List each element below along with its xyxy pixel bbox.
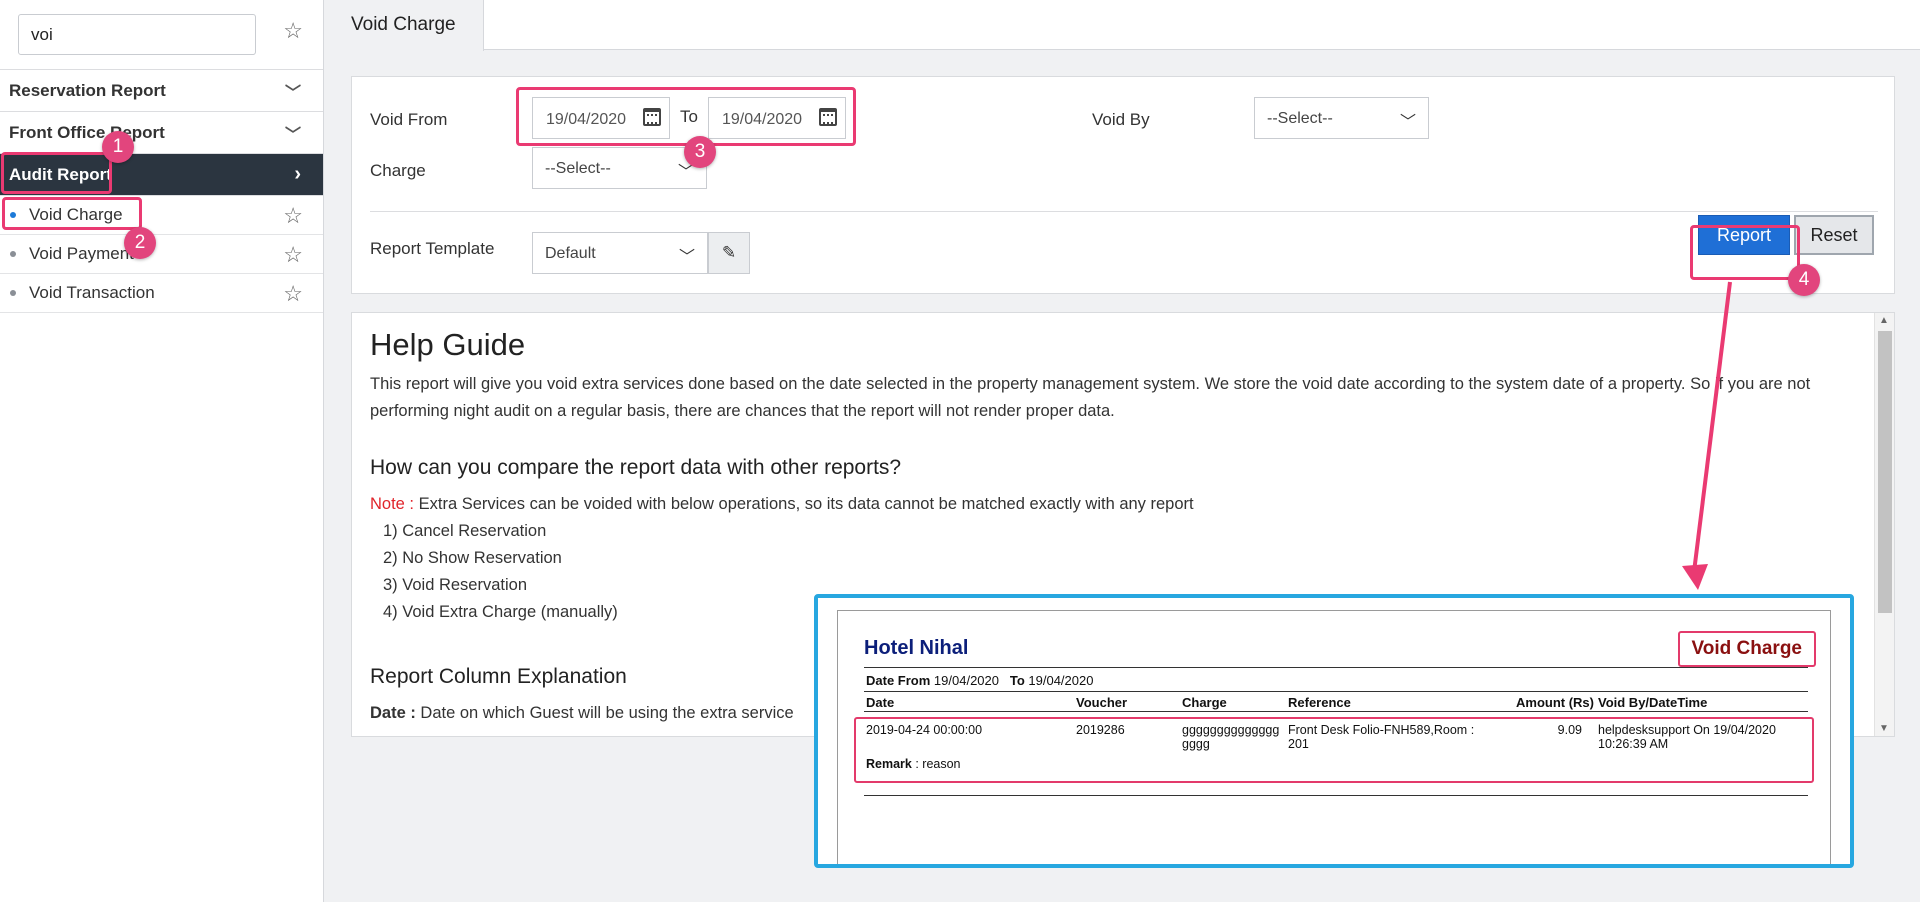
highlight-date-range (516, 87, 856, 146)
step-badge-3: 3 (684, 136, 716, 168)
compare-heading: How can you compare the report data with… (370, 456, 902, 479)
chevron-down-icon: ﹀ (284, 126, 301, 144)
rule (864, 711, 1808, 712)
sidebar: ☆ Reservation Report ﹀ Front Office Repo… (0, 0, 324, 902)
rule (864, 667, 1808, 668)
row-date: 2019-04-24 00:00:00 (866, 723, 983, 737)
row-remark: Remark : reason (866, 757, 961, 771)
charge-label: Charge (370, 161, 426, 180)
col-amount: Amount (Rs) (1516, 695, 1594, 710)
dot-icon (10, 290, 16, 296)
row-charge-line2: gggg (1182, 737, 1210, 751)
date-from-value: 19/04/2020 (933, 673, 999, 688)
col-date: Date (866, 695, 895, 710)
void-by-select[interactable]: --Select-- ﹀ (1254, 97, 1429, 139)
note-text: Extra Services can be voided with below … (414, 495, 1194, 513)
tab-bar: Void Charge (324, 0, 1920, 51)
report-template-label: Report Template (370, 239, 495, 258)
chevron-down-icon: ﹀ (678, 249, 695, 266)
scroll-down-icon[interactable]: ▼ (1879, 723, 1889, 734)
star-icon[interactable]: ☆ (283, 283, 303, 305)
report-title: Void Charge (1677, 631, 1816, 667)
help-title: Help Guide (370, 327, 526, 362)
dot-icon (10, 251, 16, 257)
tab-void-charge[interactable]: Void Charge (324, 0, 484, 51)
row-charge: gggggggggggggg gggg (1182, 723, 1279, 751)
note-line: Note : Extra Services can be voided with… (370, 495, 1194, 514)
sidebar-item-label: Void Payment (29, 244, 134, 263)
edit-template-button[interactable]: ✎ (708, 232, 750, 274)
row-amount: 9.09 (1557, 723, 1582, 737)
report-preview: Hotel Nihal Void Charge Date From 19/04/… (814, 594, 1854, 868)
star-icon[interactable]: ☆ (283, 244, 303, 266)
sidebar-item-label: Void Transaction (29, 283, 155, 302)
date-from-label: Date From (866, 673, 931, 688)
void-by-value: --Select-- (1267, 110, 1333, 127)
void-from-label: Void From (370, 110, 448, 129)
star-icon[interactable]: ☆ (283, 205, 303, 227)
row-void-by-line2: 10:26:39 AM (1598, 737, 1669, 751)
row-charge-line1: gggggggggggggg (1182, 723, 1280, 737)
search-input[interactable] (18, 14, 256, 55)
star-icon[interactable]: ☆ (283, 20, 303, 42)
highlight-report-button (1690, 225, 1800, 280)
col-reference: Reference (1288, 695, 1351, 710)
step-badge-4: 4 (1788, 264, 1820, 296)
row-reference: Front Desk Folio-FNH589,Room :201 (1288, 723, 1474, 751)
rule (864, 691, 1808, 692)
sidebar-item-void-payment[interactable]: Void Payment ☆ (0, 235, 323, 274)
menu-reservation-report[interactable]: Reservation Report ﹀ (0, 70, 323, 112)
edit-icon: ✎ (721, 243, 737, 262)
scroll-thumb[interactable] (1878, 331, 1892, 613)
row-void-by-line1: helpdesksupport On 19/04/2020 (1598, 723, 1776, 737)
help-scrollbar[interactable]: ▲ ▼ (1874, 313, 1894, 736)
charge-value: --Select-- (545, 160, 611, 177)
hotel-name: Hotel Nihal (864, 637, 969, 659)
charge-select[interactable]: --Select-- ﹀ (532, 147, 707, 189)
reset-button[interactable]: Reset (1794, 215, 1874, 255)
date-label: Date : (370, 704, 416, 722)
list-item: 3) Void Reservation (383, 576, 527, 594)
note-label: Note : (370, 495, 415, 513)
search-bar: ☆ (0, 0, 323, 70)
date-to-label: To (1009, 673, 1025, 688)
rule (864, 795, 1808, 796)
list-item: 4) Void Extra Charge (manually) (383, 603, 618, 621)
report-template-value: Default (545, 245, 596, 262)
divider (370, 211, 1878, 212)
chevron-down-icon: ﹀ (284, 84, 301, 102)
step-badge-1: 1 (102, 131, 134, 163)
highlight-void-charge (2, 197, 142, 230)
row-reference-line1: Front Desk Folio-FNH589,Room : (1288, 723, 1475, 737)
help-intro: This report will give you void extra ser… (370, 375, 1811, 420)
col-charge: Charge (1182, 695, 1227, 710)
col-voucher: Voucher (1076, 695, 1128, 710)
report-template-select[interactable]: Default ﹀ (532, 232, 708, 274)
date-text: Date on which Guest will be using the ex… (415, 704, 794, 722)
report-sheet: Hotel Nihal Void Charge Date From 19/04/… (837, 610, 1831, 864)
step-badge-2: 2 (124, 227, 156, 259)
scroll-up-icon[interactable]: ▲ (1879, 315, 1889, 326)
date-explanation: Date : Date on which Guest will be using… (370, 704, 794, 723)
date-range: Date From 19/04/2020 To 19/04/2020 (866, 673, 1093, 688)
chevron-right-icon: › (294, 163, 301, 185)
row-voucher: 2019286 (1076, 723, 1125, 737)
remark-text: : reason (911, 757, 961, 771)
chevron-down-icon: ﹀ (1399, 114, 1416, 131)
columns-heading: Report Column Explanation (370, 665, 627, 688)
list-item: 1) Cancel Reservation (383, 522, 547, 540)
col-void-by: Void By/DateTime (1598, 695, 1708, 710)
menu-label: Reservation Report (9, 80, 166, 100)
menu-front-office-report[interactable]: Front Office Report ﹀ (0, 112, 323, 154)
menu-label: Front Office Report (9, 122, 165, 142)
list-item: 2) No Show Reservation (383, 549, 562, 567)
highlight-audit-report (1, 152, 112, 194)
row-void-by: helpdesksupport On 19/04/2020 10:26:39 AM (1598, 723, 1776, 751)
date-to-value: 19/04/2020 (1028, 673, 1094, 688)
remark-label: Remark (866, 757, 912, 771)
sidebar-item-void-transaction[interactable]: Void Transaction ☆ (0, 274, 323, 313)
void-by-label: Void By (1092, 110, 1150, 129)
row-reference-line2: 201 (1288, 737, 1309, 751)
